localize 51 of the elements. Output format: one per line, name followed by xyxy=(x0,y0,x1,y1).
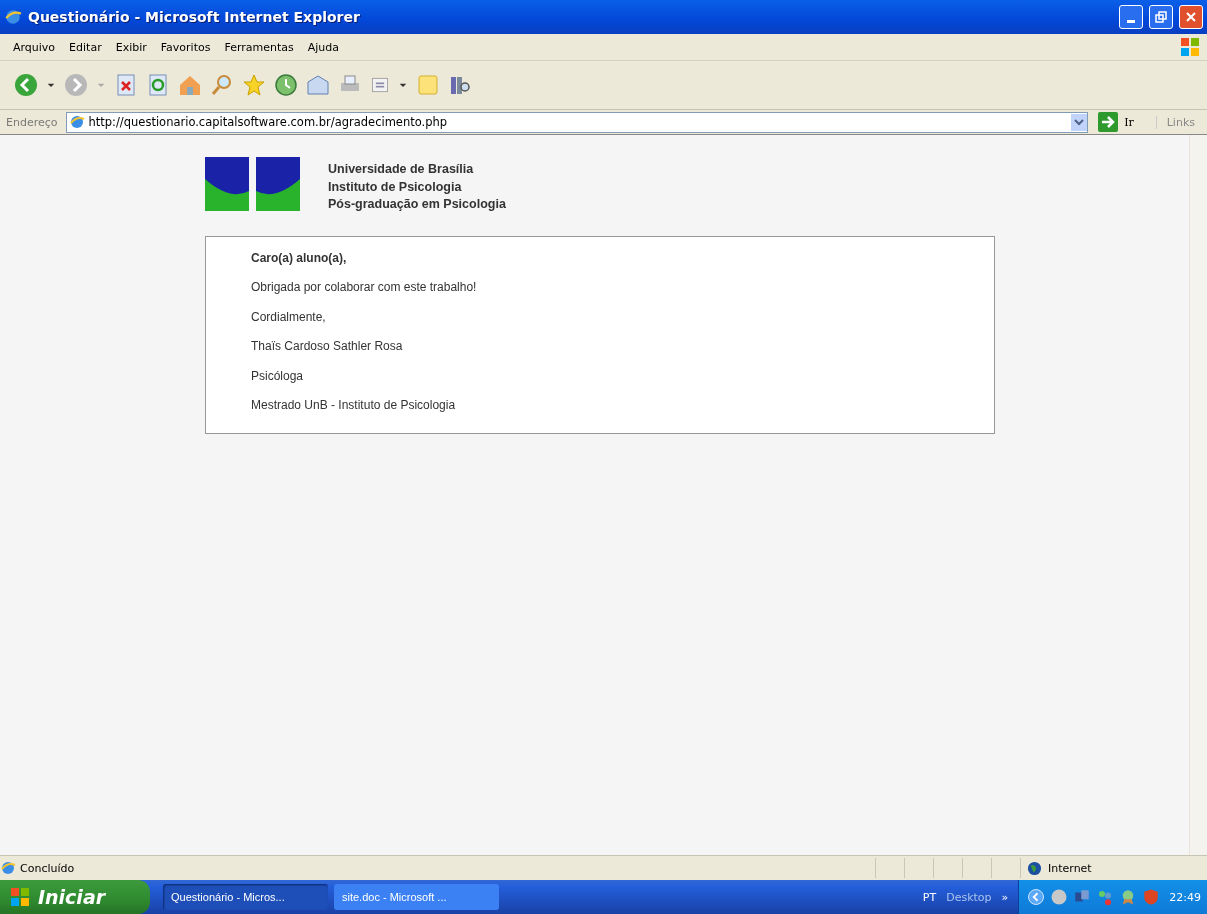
mail-icon[interactable] xyxy=(306,73,330,97)
home-icon[interactable] xyxy=(178,73,202,97)
refresh-icon[interactable] xyxy=(146,73,170,97)
chevron-button[interactable]: » xyxy=(1001,890,1009,904)
message-text: Cordialmente, xyxy=(251,308,327,326)
go-button[interactable]: Ir xyxy=(1092,112,1152,132)
status-text: Concluído xyxy=(19,861,76,875)
restore-button[interactable] xyxy=(1149,5,1173,29)
minimize-icon xyxy=(1127,19,1135,23)
message-text: Thaïs Cardoso Sathler Rosa xyxy=(251,338,404,355)
windows-flag-icon xyxy=(10,887,30,907)
message-text: Obrigada por colaborar com este trabalho! xyxy=(251,279,478,296)
back-icon[interactable] xyxy=(14,73,38,97)
menu-item[interactable]: Editar xyxy=(62,38,109,56)
stop-icon[interactable] xyxy=(114,73,138,97)
heading-text: Universidade de Brasília xyxy=(328,161,475,178)
heading-text: Pós-graduação em Psicologia xyxy=(328,196,506,213)
language-indicator[interactable]: PT xyxy=(922,890,937,904)
clock-text: 22:49 xyxy=(1169,890,1201,904)
window-title: Questionário - Microsoft Internet Explorer xyxy=(28,9,361,25)
star-icon[interactable] xyxy=(242,73,266,97)
history-icon[interactable] xyxy=(274,73,298,97)
menu-item[interactable]: Favoritos xyxy=(153,38,218,56)
toolbar-label[interactable]: Desktop xyxy=(946,890,992,904)
address-field[interactable]: http://questionario.capitalsoftware.com.br/agradecimento.php xyxy=(65,111,1089,133)
dropdown-icon[interactable] xyxy=(1071,113,1088,131)
restore-icon xyxy=(1155,11,1167,23)
start-button[interactable]: Iniciar xyxy=(0,880,150,914)
menu-item[interactable]: Ferramentas xyxy=(217,38,301,56)
forward-icon[interactable] xyxy=(64,73,88,97)
menu-item[interactable]: Exibir xyxy=(108,38,154,56)
heading-text: Instituto de Psicologia xyxy=(328,178,463,196)
zone-text: Internet xyxy=(1048,861,1092,875)
document-icon[interactable] xyxy=(370,75,390,95)
close-icon xyxy=(1185,11,1197,23)
message-text: Mestrado UnB - Instituto de Psicologia xyxy=(251,397,457,414)
browser-icon xyxy=(68,114,85,130)
message-text: Psicóloga xyxy=(251,367,305,385)
windows-flag-icon xyxy=(1179,36,1201,58)
taskbar-button[interactable]: Questionário - Micros... xyxy=(163,884,328,910)
search-icon[interactable] xyxy=(210,73,234,97)
menu-item[interactable]: Ajuda xyxy=(300,38,347,56)
browser-icon xyxy=(4,8,22,26)
taskbar-button[interactable]: site.doc - Microsoft ... xyxy=(334,884,499,910)
greeting-text: Caro(a) aluno(a), xyxy=(251,249,348,267)
globe-icon xyxy=(1027,860,1042,876)
close-button[interactable] xyxy=(1179,5,1203,29)
address-label: Endereço xyxy=(5,115,59,129)
menu-item[interactable]: Arquivo xyxy=(6,38,63,56)
minimize-button[interactable] xyxy=(1119,5,1143,29)
browser-icon xyxy=(0,860,16,876)
